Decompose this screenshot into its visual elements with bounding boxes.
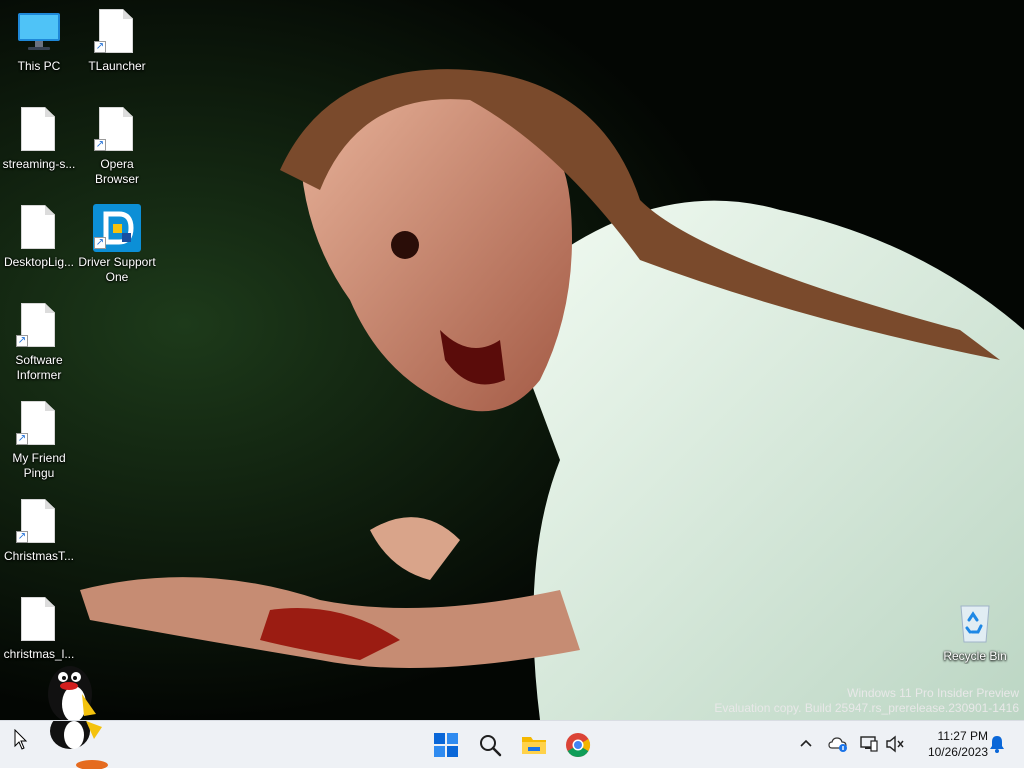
chevron-up-icon	[800, 739, 812, 747]
pingu-overlay-image-lower	[50, 721, 108, 769]
document-icon	[15, 596, 63, 644]
clock-time: 11:27 PM	[937, 729, 988, 743]
icon-label: Software Informer	[15, 353, 63, 382]
start-button[interactable]	[426, 725, 466, 765]
shortcut-arrow-icon: ↗	[94, 41, 106, 53]
network-button[interactable]	[858, 733, 880, 755]
onedrive-button[interactable]	[827, 733, 849, 755]
document-icon	[15, 106, 63, 154]
notifications-button[interactable]	[986, 733, 1008, 755]
document-icon: ↗	[15, 400, 63, 448]
document-icon: ↗	[93, 106, 141, 154]
desktop-icon-tlauncher[interactable]: ↗ TLauncher	[78, 8, 156, 100]
network-icon	[860, 736, 878, 752]
desktop-icon-software-informer[interactable]: ↗ Software Informer	[0, 302, 78, 394]
windows-watermark: Windows 11 Pro Insider Preview Evaluatio…	[714, 686, 1019, 716]
watermark-line-2: Evaluation copy. Build 25947.rs_prerelea…	[714, 701, 1019, 715]
desktop-icon-recycle-bin[interactable]: Recycle Bin	[936, 598, 1014, 690]
icon-label: My Friend Pingu	[12, 451, 66, 480]
monitor-icon	[15, 8, 63, 56]
chrome-icon	[566, 733, 591, 757]
desktop-icon-driver-support-one[interactable]: ↗ Driver Support One	[78, 204, 156, 296]
folder-icon	[522, 737, 546, 754]
watermark-line-1: Windows 11 Pro Insider Preview	[847, 686, 1019, 700]
volume-button[interactable]	[884, 733, 906, 755]
desktop-icon-opera-browser[interactable]: ↗ Opera Browser	[78, 106, 156, 198]
shortcut-arrow-icon: ↗	[16, 531, 28, 543]
notification-bell-icon	[990, 736, 1004, 753]
document-icon	[15, 204, 63, 252]
clock[interactable]: 11:27 PM 10/26/2023	[912, 728, 988, 760]
shortcut-arrow-icon: ↗	[94, 237, 106, 249]
icon-label: ChristmasT...	[3, 549, 74, 563]
volume-muted-icon	[886, 735, 904, 753]
shortcut-arrow-icon: ↗	[16, 433, 28, 445]
icon-label: TLauncher	[88, 59, 146, 73]
desktop-icon-desktoplig[interactable]: DesktopLig...	[0, 204, 78, 296]
icon-label: christmas_l...	[3, 647, 75, 661]
desktop-icon-christmast[interactable]: ↗ ChristmasT...	[0, 498, 78, 590]
desktop[interactable]: This PC streaming-s... DesktopLig... ↗ S…	[0, 0, 1024, 720]
recycle-bin-icon	[951, 598, 999, 646]
clock-date: 10/26/2023	[927, 745, 988, 759]
icon-label: Recycle Bin	[943, 649, 1007, 663]
windows-start-icon	[434, 733, 458, 757]
pingu-overlay-image	[48, 666, 96, 720]
chrome-button[interactable]	[558, 725, 598, 765]
desktop-icon-my-friend-pingu[interactable]: ↗ My Friend Pingu	[0, 400, 78, 492]
search-icon	[480, 735, 502, 757]
desktop-icon-streaming[interactable]: streaming-s...	[0, 106, 78, 198]
taskbar: 11:27 PM 10/26/2023	[0, 720, 1024, 769]
desktop-icon-this-pc[interactable]: This PC	[0, 8, 78, 100]
icon-label: This PC	[17, 59, 61, 73]
document-icon: ↗	[15, 302, 63, 350]
document-icon: ↗	[93, 8, 141, 56]
document-icon: ↗	[15, 498, 63, 546]
driver-support-icon: ↗	[93, 204, 141, 252]
file-explorer-button[interactable]	[514, 725, 554, 765]
shortcut-arrow-icon: ↗	[16, 335, 28, 347]
icon-label: streaming-s...	[2, 157, 76, 171]
onedrive-icon	[828, 737, 847, 752]
shortcut-arrow-icon: ↗	[94, 139, 106, 151]
show-hidden-icons-button[interactable]	[795, 733, 817, 755]
icon-label: Driver Support One	[78, 255, 156, 284]
search-button[interactable]	[470, 725, 510, 765]
icon-label: DesktopLig...	[3, 255, 75, 269]
mouse-cursor-icon	[14, 729, 28, 750]
icon-label: Opera Browser	[94, 157, 139, 186]
